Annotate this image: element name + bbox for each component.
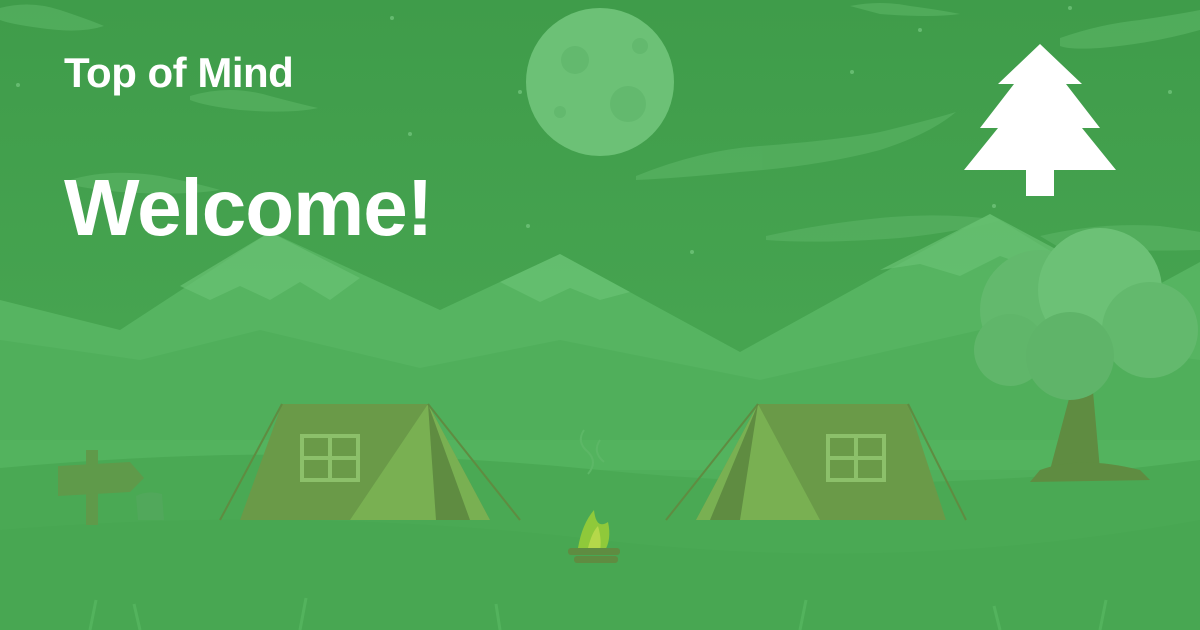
welcome-heading: Welcome! — [64, 163, 433, 252]
brand-name: Top of Mind — [64, 49, 294, 96]
moon-illustration — [526, 8, 674, 156]
pine-tree-icon — [964, 44, 1116, 196]
hero-banner: Top of Mind Welcome! — [0, 0, 1200, 630]
